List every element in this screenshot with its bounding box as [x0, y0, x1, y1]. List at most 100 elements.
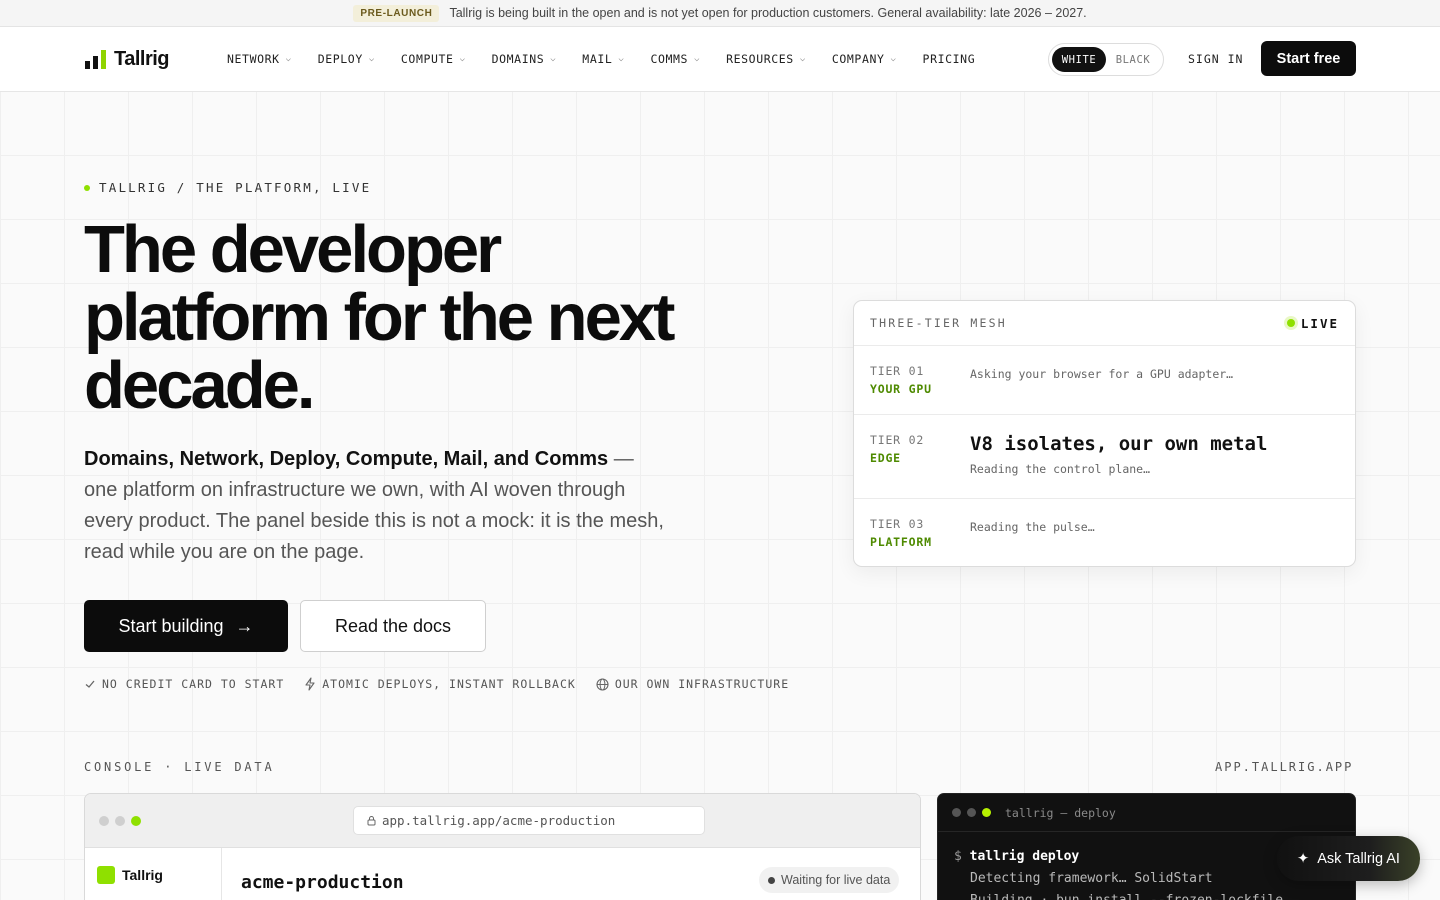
feature-label: NO CREDIT CARD TO START: [102, 677, 285, 691]
address-bar[interactable]: app.tallrig.app/acme-production: [353, 806, 705, 835]
sidebar-logo-text: Tallrig: [122, 867, 163, 883]
nav-links: NETWORK ⌵ DEPLOY ⌵ COMPUTE ⌵ DOMAINS ⌵ MAIL ⌵…: [227, 27, 1001, 91]
nav-deploy[interactable]: DEPLOY ⌵: [318, 52, 375, 66]
terminal-prompt: $: [954, 849, 962, 864]
feature-label: OUR OWN INFRASTRUCTURE: [614, 677, 790, 691]
feature-item: OUR OWN INFRASTRUCTURE: [596, 677, 789, 691]
tier-text: Reading the control plane…: [970, 462, 1151, 476]
console-sidebar: Tallrig: [85, 848, 222, 900]
browser-toolbar: app.tallrig.app/acme-production: [85, 794, 920, 848]
console-url-label[interactable]: APP.TALLRIG.APP: [1215, 760, 1353, 774]
live-indicator: LIVE: [1286, 315, 1339, 331]
tier-body: Reading the pulse…: [970, 517, 1339, 566]
window-dot-icon: [131, 816, 141, 826]
sparkle-icon: ✦: [1297, 850, 1310, 867]
nav-label: NETWORK: [227, 52, 280, 66]
nav-network[interactable]: NETWORK ⌵: [227, 52, 292, 66]
nav-mail[interactable]: MAIL ⌵: [582, 52, 624, 66]
tier-label: TIER 03 PLATFORM: [870, 517, 970, 566]
mesh-panel: THREE-TIER MESH LIVE TIER 01 YOUR GPU As…: [853, 300, 1356, 567]
tier-text: Reading the pulse…: [970, 520, 1095, 534]
window-dot-icon: [967, 808, 976, 817]
tier-number: TIER 02: [870, 433, 925, 447]
chevron-down-icon: ⌵: [550, 54, 557, 64]
nav-company[interactable]: COMPANY ⌵: [832, 52, 897, 66]
window-dot-icon: [982, 808, 991, 817]
logo-bars-icon: [85, 50, 106, 69]
tier-row: TIER 02 EDGE V8 isolates, our own metal …: [854, 415, 1355, 499]
banner-text: Tallrig is being built in the open and i…: [449, 6, 1087, 20]
tier-number: TIER 01: [870, 364, 925, 378]
chevron-down-icon: ⌵: [694, 54, 701, 64]
nav-label: PRICING: [922, 52, 976, 66]
nav-compute[interactable]: COMPUTE ⌵: [401, 52, 466, 66]
tier-name: EDGE: [870, 451, 901, 465]
live-label: LIVE: [1300, 315, 1339, 331]
feature-label: ATOMIC DEPLOYS, INSTANT ROLLBACK: [322, 677, 576, 691]
hero-description: Domains, Network, Deploy, Compute, Mail,…: [84, 444, 664, 568]
chevron-down-icon: ⌵: [368, 54, 375, 64]
nav-pricing[interactable]: PRICING: [923, 52, 976, 66]
hero-description-bold: Domains, Network, Deploy, Compute, Mail,…: [84, 448, 609, 470]
globe-icon: [596, 677, 609, 691]
feature-item: NO CREDIT CARD TO START: [84, 677, 284, 691]
start-building-label: Start building: [118, 615, 224, 636]
tier-row: TIER 03 PLATFORM Reading the pulse…: [854, 499, 1355, 566]
arrow-right-icon: →: [235, 615, 254, 636]
mesh-title: THREE-TIER MESH: [870, 316, 1007, 330]
nav-label: DOMAINS: [491, 52, 545, 66]
prelaunch-badge: PRE-LAUNCH: [353, 4, 440, 22]
nav-label: DEPLOY: [317, 52, 363, 66]
feature-list: NO CREDIT CARD TO START ATOMIC DEPLOYS, …: [84, 677, 789, 691]
logo[interactable]: Tallrig: [85, 48, 170, 71]
terminal-title: tallrig — deploy: [1005, 805, 1116, 820]
live-dot-icon: [1286, 319, 1295, 327]
console-section-label: CONSOLE · LIVE DATA: [84, 760, 275, 774]
ask-ai-button[interactable]: ✦ Ask Tallrig AI: [1277, 836, 1420, 881]
address-url: app.tallrig.app/acme-production: [382, 813, 616, 828]
chevron-down-icon: ⌵: [618, 54, 625, 64]
eyebrow-text: TALLRIG / THE PLATFORM, LIVE: [99, 180, 372, 195]
check-icon: [85, 680, 95, 688]
status-text: Waiting for live data: [781, 873, 891, 887]
browser-window: app.tallrig.app/acme-production Tallrig …: [84, 793, 921, 900]
nav-domains[interactable]: DOMAINS ⌵: [492, 52, 557, 66]
theme-white-option[interactable]: WHITE: [1052, 47, 1106, 72]
top-nav: Tallrig NETWORK ⌵ DEPLOY ⌵ COMPUTE ⌵ DOMAIN…: [0, 27, 1440, 92]
status-dot-icon: [768, 876, 775, 884]
feature-item: ATOMIC DEPLOYS, INSTANT ROLLBACK: [304, 677, 576, 691]
tier-label: TIER 02 EDGE: [870, 433, 970, 498]
project-name: acme-production: [241, 872, 404, 893]
window-dot-icon: [952, 808, 961, 817]
theme-toggle: WHITE BLACK: [1048, 43, 1164, 76]
nav-resources[interactable]: RESOURCES ⌵: [726, 52, 806, 66]
start-building-button[interactable]: Start building →: [84, 600, 288, 652]
window-dot-icon: [99, 816, 109, 826]
chevron-down-icon: ⌵: [799, 54, 806, 64]
tier-text: Asking your browser for a GPU adapter…: [970, 367, 1234, 381]
lock-icon: [367, 816, 376, 826]
nav-label: COMPUTE: [400, 52, 454, 66]
nav-comms[interactable]: COMMS ⌵: [650, 52, 700, 66]
logo-text: Tallrig: [114, 48, 170, 70]
tallrig-square-icon: [97, 866, 115, 884]
start-free-button[interactable]: Start free: [1261, 41, 1356, 76]
chevron-down-icon: ⌵: [459, 54, 466, 64]
chevron-down-icon: ⌵: [285, 54, 292, 64]
read-docs-button[interactable]: Read the docs: [300, 600, 486, 652]
status-dot-icon: [84, 184, 90, 191]
terminal-line: Building · bun install --frozen-lockfile: [954, 890, 1339, 900]
hero-title: The developer platform for the next deca…: [84, 212, 675, 423]
tier-body: V8 isolates, our own metal Reading the c…: [970, 433, 1339, 498]
window-dot-icon: [115, 816, 125, 826]
nav-label: MAIL: [582, 52, 613, 66]
terminal-command: tallrig deploy: [969, 849, 1080, 864]
tier-number: TIER 03: [870, 517, 925, 531]
prelaunch-banner: PRE-LAUNCH Tallrig is being built in the…: [0, 0, 1440, 27]
theme-black-option[interactable]: BLACK: [1106, 47, 1160, 72]
status-badge: Waiting for live data: [759, 867, 900, 893]
sidebar-logo[interactable]: Tallrig: [97, 866, 163, 884]
hero-eyebrow: TALLRIG / THE PLATFORM, LIVE: [84, 180, 371, 195]
sign-in-link[interactable]: SIGN IN: [1188, 52, 1243, 66]
chevron-down-icon: ⌵: [890, 54, 897, 64]
